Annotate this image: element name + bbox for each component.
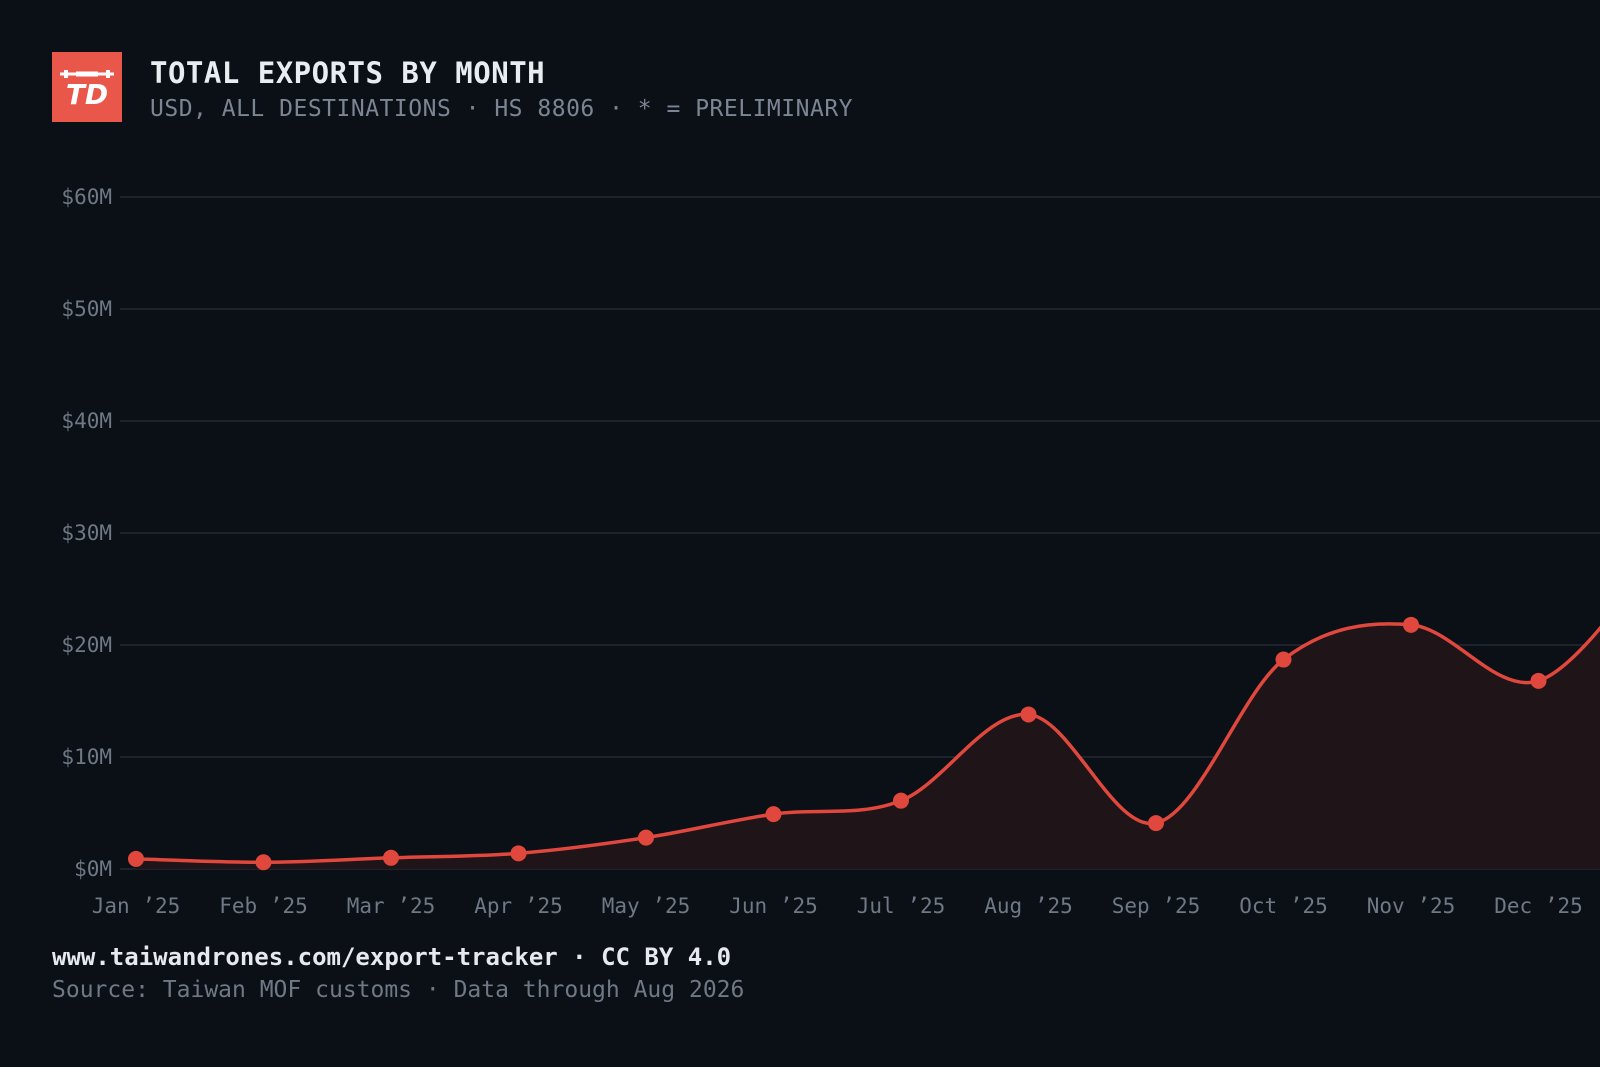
footer-source: Source: Taiwan MOF customs · Data throug…: [52, 977, 745, 1003]
data-point: [1403, 616, 1419, 633]
line-chart: $0M $10M $20M $30M $40M $50M $60M Jan ’25 Feb ’…: [61, 185, 1600, 918]
x-tick-label: Jan ’25: [92, 894, 181, 918]
data-point: [255, 854, 272, 871]
series-area: [136, 623, 1600, 869]
x-tick-label: Mar ’25: [347, 894, 436, 918]
data-point: [638, 829, 654, 846]
x-tick-label: Dec ’25: [1494, 894, 1583, 918]
data-point: [1530, 672, 1547, 689]
x-tick-label: Apr ’25: [474, 894, 563, 918]
y-tick-label: $40M: [61, 409, 112, 433]
data-point: [383, 849, 399, 866]
y-tick-label: $50M: [61, 297, 112, 321]
y-tick-label: $60M: [61, 185, 112, 209]
y-axis-ticks: $0M $10M $20M $30M $40M $50M $60M: [61, 185, 112, 881]
footer-url: www.taiwandrones.com/export-tracker · CC…: [52, 943, 732, 971]
data-point: [128, 850, 144, 867]
data-point: [1148, 815, 1164, 832]
x-tick-label: Sep ’25: [1112, 894, 1201, 918]
series-group: [128, 616, 1600, 871]
x-tick-label: Jun ’25: [729, 894, 818, 918]
x-tick-label: Jul ’25: [857, 894, 946, 918]
chart-card: TD TOTAL EXPORTS BY MONTH USD, ALL DESTI…: [0, 0, 1600, 1067]
data-point: [1020, 706, 1037, 723]
y-tick-label: $0M: [74, 857, 112, 881]
x-tick-label: May ’25: [602, 894, 691, 918]
x-tick-label: Oct ’25: [1239, 894, 1328, 918]
data-point: [765, 806, 782, 823]
y-tick-label: $30M: [61, 521, 112, 545]
data-point: [510, 845, 527, 862]
data-point: [1275, 651, 1292, 668]
y-tick-label: $20M: [61, 633, 112, 657]
data-point: [893, 792, 909, 809]
x-axis-ticks: Jan ’25 Feb ’25 Mar ’25 Apr ’25 May ’25 Jun ’…: [92, 894, 1583, 918]
x-tick-label: Feb ’25: [219, 894, 308, 918]
x-tick-label: Aug ’25: [984, 894, 1073, 918]
x-tick-label: Nov ’25: [1367, 894, 1456, 918]
y-tick-label: $10M: [61, 745, 112, 769]
